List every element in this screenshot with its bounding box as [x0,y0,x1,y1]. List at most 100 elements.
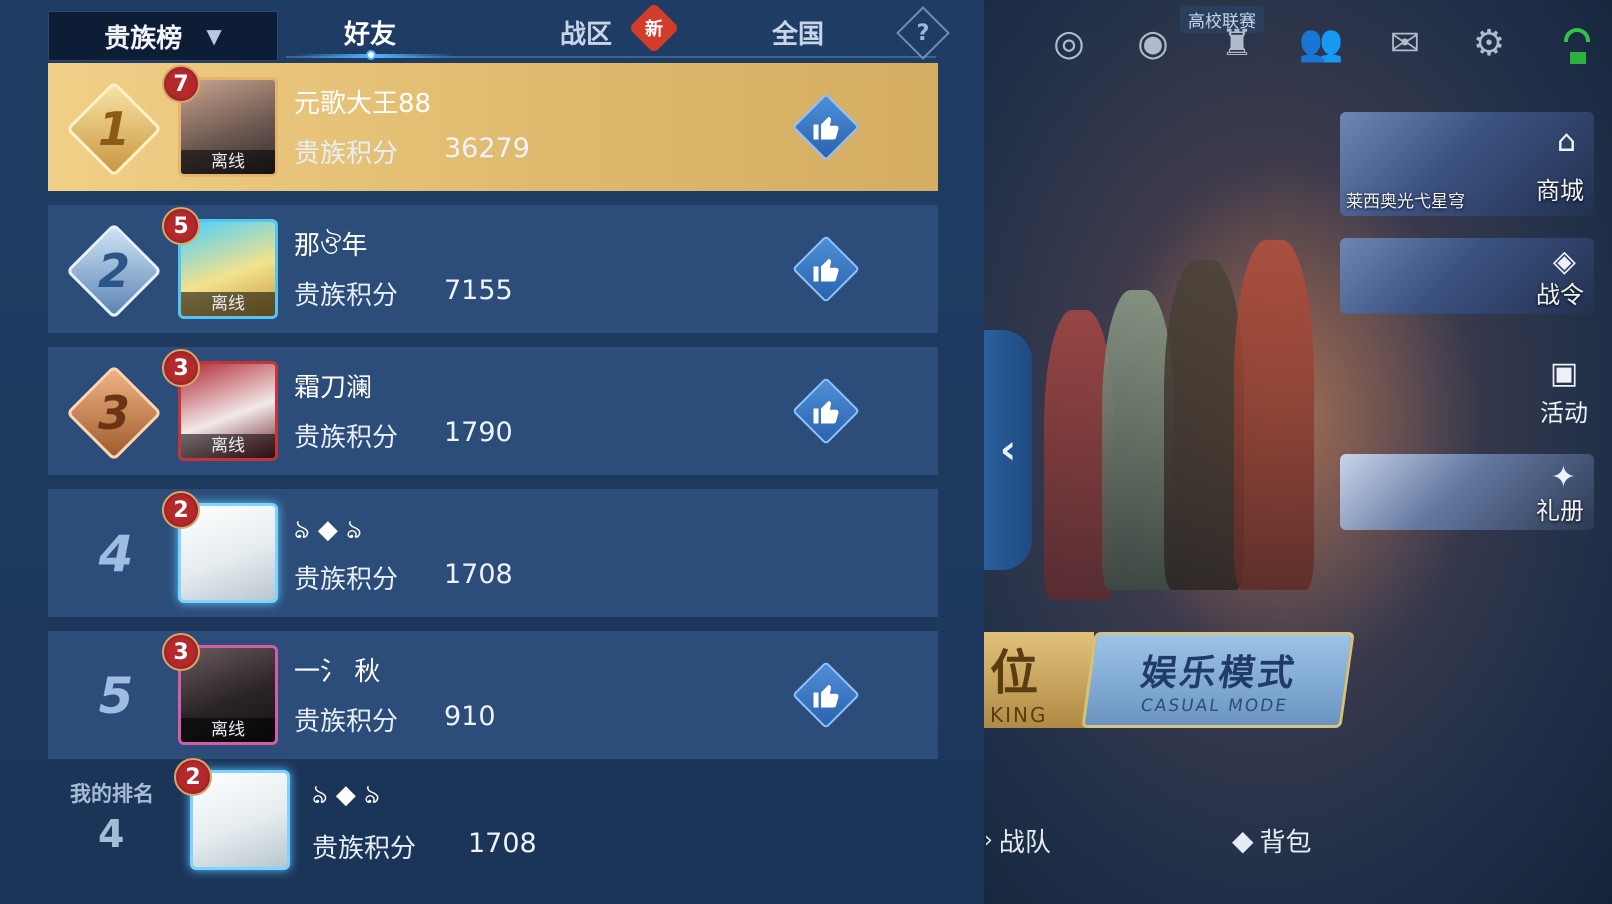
hero-figure [1164,260,1244,590]
avatar[interactable]: 离线 5 [162,207,278,319]
noble-level-badge: 2 [174,758,212,796]
score-label: 贵族积分 [294,565,399,595]
events-button[interactable]: ▣ 活动 [1540,356,1588,428]
leaderboard-row[interactable]: 1 离线 7 元歌大王88 贵族积分 36279 [48,63,938,191]
player-name: ঌ ◆ ঌ [294,515,362,545]
question-icon: ? [916,20,930,46]
leaderboard-list: 1 离线 7 元歌大王88 贵族积分 36279 2 离线 5 那ঔ年 贵族积分… [48,63,938,763]
my-rank-bar: 我的排名 4 2 ঌ ◆ ঌ 贵族积分 1708 [0,758,984,904]
leaderboard-type-label: 贵族榜 [104,23,183,54]
my-player-name: ঌ ◆ ঌ [312,780,380,810]
team-label: 战队 [998,828,1051,858]
avatar[interactable]: 离线 7 [162,65,278,177]
leaderboard-row[interactable]: 5 离线 3 一氵 秋 贵族积分 910 [48,631,938,759]
gear-icon[interactable]: ⚙ [1464,18,1514,68]
trophy-icon[interactable]: ♜ [1212,18,1262,68]
gift-card[interactable]: ✦ 礼册 [1340,454,1594,530]
my-rank-number: 4 [98,812,125,856]
thumbs-up-icon [798,241,854,297]
offline-label: 离线 [181,150,275,174]
score-label: 贵族积分 [294,281,399,311]
leaderboard-row[interactable]: 4 2 ঌ ◆ ঌ 贵族积分 1708 [48,489,938,617]
rank-number: 2 [97,244,130,298]
like-button[interactable] [792,93,860,161]
ranked-subtitle: KING [990,703,1048,727]
tab-friends[interactable]: 好友 [344,14,396,51]
like-button[interactable] [792,377,860,445]
ranked-mode-button[interactable]: 位 KING [984,632,1094,728]
noble-level-badge: 3 [162,349,200,387]
noble-level-badge: 3 [162,633,200,671]
battlepass-icon: ◈ [1552,244,1576,279]
score-value: 7155 [444,275,513,306]
chevron-down-icon: ▼ [206,24,222,48]
like-button[interactable] [792,235,860,303]
casual-subtitle: CASUAL MODE [1139,696,1290,716]
lobby-background: 高校联赛 ◎ ◉ ♜ 👥 ✉ ⚙ ⌂ 商城 莱西奥光弋星穹 ◈ 战令 ▣ 活动 … [984,0,1612,904]
shop-skin-name: 莱西奥光弋星穹 [1346,192,1465,212]
rank-2-badge: 2 [65,222,163,320]
offline-label: 离线 [181,718,275,742]
replay-eye-icon[interactable]: ◉ [1128,18,1178,68]
new-badge-text: 新 [645,19,663,40]
leaderboard-type-select[interactable]: 贵族榜 ▼ [48,11,278,61]
thumbs-up-icon [798,667,854,723]
leaderboard-row[interactable]: 3 离线 3 霜刀澜 贵族积分 1790 [48,347,938,475]
target-icon[interactable]: ◎ [1044,18,1094,68]
rank-number: 5 [98,667,134,725]
avatar[interactable]: 离线 3 [162,349,278,461]
help-button[interactable]: ? [896,6,950,60]
rank-1-badge: 1 [65,80,163,178]
score-value: 910 [444,701,496,732]
noble-level-badge: 5 [162,207,200,245]
gift-icon: ✦ [1550,460,1576,495]
shop-icon: ⌂ [1556,124,1576,159]
player-name: 元歌大王88 [294,89,432,119]
rank-number: 1 [97,102,130,156]
my-score-value: 1708 [468,828,537,859]
casual-title: 娱乐模式 [1138,653,1300,694]
leaderboard-row[interactable]: 2 离线 5 那ঔ年 贵族积分 7155 [48,205,938,333]
thumbs-up-icon [798,383,854,439]
collapse-panel-button[interactable]: ‹ [984,330,1032,570]
casual-mode-button[interactable]: 娱乐模式 CASUAL MODE [1081,632,1355,728]
rank-number: 3 [97,386,130,440]
leaderboard-tabs: 贵族榜 ▼ 好友 战区 新 全国 ? [48,2,950,62]
offline-label: 离线 [181,292,275,316]
team-button[interactable]: › 战队 [984,822,1051,859]
shop-card[interactable]: ⌂ 商城 莱西奥光弋星穹 [1340,112,1594,216]
friends-icon[interactable]: 👥 [1296,18,1346,68]
battlepass-label: 战令 [1536,281,1584,309]
my-avatar[interactable]: 2 [174,758,290,870]
player-name: 一氵 秋 [294,657,381,687]
hero-figure [1234,240,1314,590]
chevron-left-icon: ‹ [999,427,1017,473]
ranked-title: 位 [990,645,1039,701]
bag-icon: ◆ [1232,824,1254,857]
tab-region[interactable]: 战区 [560,14,612,51]
player-name: 那ঔ年 [294,231,368,261]
events-icon: ▣ [1549,356,1579,391]
noble-level-badge: 7 [162,65,200,103]
avatar[interactable]: 离线 3 [162,633,278,745]
rank-number: 4 [98,525,134,583]
new-badge: 新 [628,2,680,54]
mail-icon[interactable]: ✉ [1380,18,1430,68]
tab-national[interactable]: 全国 [772,14,824,51]
score-value: 1708 [444,559,513,590]
score-value: 36279 [444,133,530,164]
battlepass-card[interactable]: ◈ 战令 [1340,238,1594,314]
tab-active-dot [366,50,376,60]
my-score-label: 贵族积分 [312,834,417,864]
bag-label: 背包 [1259,828,1312,858]
chevron-right-icon: › [984,828,993,853]
gift-label: 礼册 [1536,497,1584,525]
leaderboard-panel: 贵族榜 ▼ 好友 战区 新 全国 ? 1 离线 7 元歌大王88 贵族积分 36… [0,0,984,904]
score-label: 贵族积分 [294,423,399,453]
rank-3-badge: 3 [65,364,163,462]
like-button[interactable] [792,661,860,729]
shop-label: 商城 [1536,177,1584,205]
avatar[interactable]: 2 [162,491,278,603]
bag-button[interactable]: ◆ 背包 [1232,822,1312,859]
my-rank-label: 我的排名 [70,782,154,806]
